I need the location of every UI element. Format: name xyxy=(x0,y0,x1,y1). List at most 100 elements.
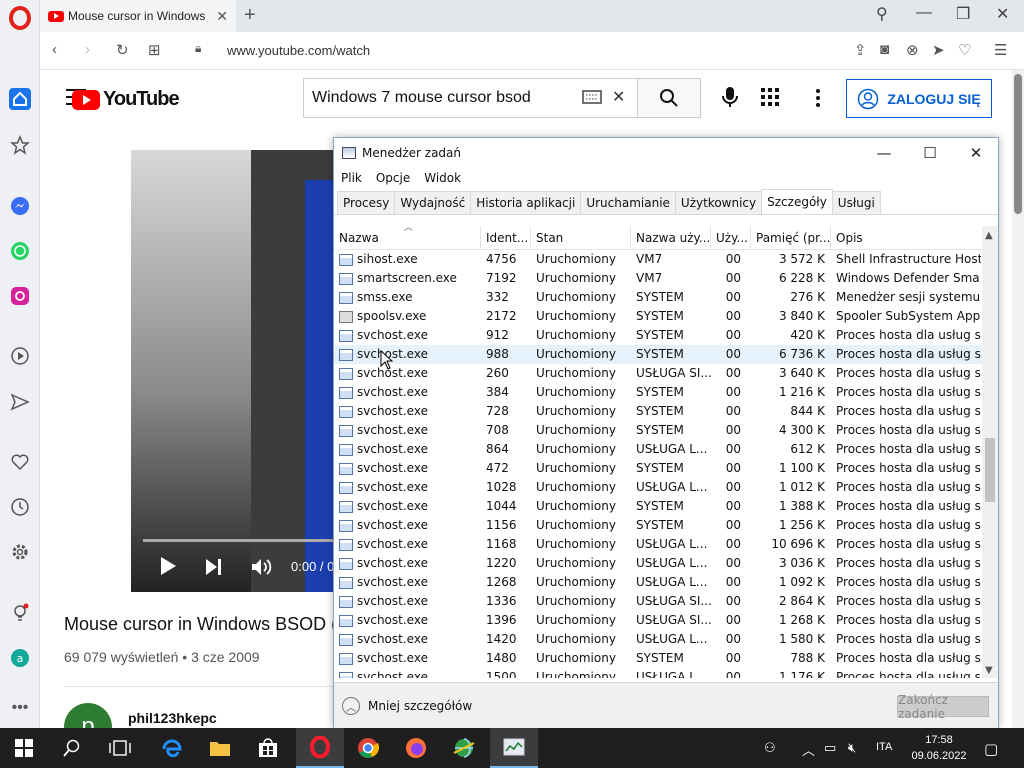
table-row[interactable]: svchost.exe 1480 Uruchomiony SYSTEM 00 788 K P… xyxy=(334,649,982,668)
forward-icon[interactable]: › xyxy=(85,41,90,58)
restore-icon[interactable]: ❐ xyxy=(956,4,970,24)
apps-grid-icon[interactable] xyxy=(761,88,779,111)
table-row[interactable]: smss.exe 332 Uruchomiony SYSTEM 00 276 K Mened… xyxy=(334,288,982,307)
more-options-icon[interactable]: ••• xyxy=(9,697,31,719)
send-icon[interactable] xyxy=(9,391,31,413)
clear-search-icon[interactable]: ✕ xyxy=(612,87,625,107)
minimize-icon[interactable]: — xyxy=(916,4,932,22)
url-field[interactable]: www.youtube.com/watch xyxy=(227,43,370,58)
search-input[interactable]: Windows 7 mouse cursor bsod ✕ xyxy=(303,78,638,118)
tab-wydajnosc[interactable]: Wydajność xyxy=(394,191,472,214)
heart-icon[interactable] xyxy=(9,451,31,473)
close-window-icon[interactable]: ✕ xyxy=(996,4,1009,24)
table-row[interactable]: svchost.exe 1028 Uruchomiony USŁUGA L... 00 1… xyxy=(334,478,982,497)
table-row[interactable]: svchost.exe 472 Uruchomiony SYSTEM 00 1 100 K… xyxy=(334,459,982,478)
table-scrollbar[interactable]: ▲ ▼ xyxy=(982,226,998,678)
file-explorer-taskbar-button[interactable] xyxy=(196,728,244,768)
clock[interactable]: 17:58 09.06.2022 xyxy=(904,732,974,764)
messenger-icon[interactable] xyxy=(9,195,31,217)
people-icon[interactable]: ⚇ xyxy=(764,740,776,756)
volume-icon[interactable] xyxy=(251,558,273,576)
channel-name[interactable]: phil123hkepc xyxy=(128,710,217,726)
firefox-taskbar-button[interactable] xyxy=(392,728,440,768)
microphone-icon[interactable] xyxy=(721,86,739,113)
player-icon[interactable] xyxy=(9,345,31,367)
table-row[interactable]: svchost.exe 864 Uruchomiony USŁUGA L... 00 61… xyxy=(334,440,982,459)
table-row[interactable]: svchost.exe 988 Uruchomiony SYSTEM 00 6 736 K… xyxy=(334,345,982,364)
lightbulb-icon[interactable] xyxy=(9,602,31,624)
settings-gear-icon[interactable] xyxy=(9,541,31,563)
end-task-button[interactable]: Zakończ zadanie xyxy=(897,693,989,721)
tm-maximize-icon[interactable]: ☐ xyxy=(907,142,953,164)
tab-szczegoly[interactable]: Szczegóły xyxy=(761,189,833,214)
opera-logo-icon[interactable] xyxy=(9,6,31,30)
back-icon[interactable]: ‹ xyxy=(52,41,57,58)
table-row[interactable]: spoolsv.exe 2172 Uruchomiony SYSTEM 00 3 840 … xyxy=(334,307,982,326)
col-opis[interactable]: Opis xyxy=(831,226,981,250)
table-row[interactable]: svchost.exe 1156 Uruchomiony SYSTEM 00 1 256 … xyxy=(334,516,982,535)
scroll-down-icon[interactable]: ▼ xyxy=(985,665,993,676)
table-row[interactable]: svchost.exe 1268 Uruchomiony USŁUGA L... 00 1… xyxy=(334,573,982,592)
task-manager-titlebar[interactable]: Menedżer zadań — ☐ ✕ xyxy=(334,138,998,168)
tab-procesy[interactable]: Procesy xyxy=(337,191,396,214)
table-row[interactable]: smartscreen.exe 7192 Uruchomiony VM7 00 6 228… xyxy=(334,269,982,288)
table-scrollbar-thumb[interactable] xyxy=(985,438,995,502)
menu-plik[interactable]: Plik xyxy=(334,168,369,190)
table-row[interactable]: sihost.exe 4756 Uruchomiony VM7 00 3 572 K She… xyxy=(334,250,982,269)
reload-icon[interactable]: ↻ xyxy=(116,41,129,59)
table-row[interactable]: svchost.exe 728 Uruchomiony SYSTEM 00 844 K Pr… xyxy=(334,402,982,421)
speed-dial-icon[interactable]: ⊞ xyxy=(148,41,161,59)
tm-minimize-icon[interactable]: — xyxy=(861,142,907,164)
play-icon[interactable] xyxy=(159,556,177,576)
page-scrollbar-thumb[interactable] xyxy=(1014,74,1022,214)
lock-icon[interactable]: 🔒︎ xyxy=(195,41,201,56)
table-row[interactable]: svchost.exe 260 Uruchomiony USŁUGA SI... 00 3… xyxy=(334,364,982,383)
menu-widok[interactable]: Widok xyxy=(417,168,468,190)
menu-opcje[interactable]: Opcje xyxy=(369,168,417,190)
table-row[interactable]: svchost.exe 384 Uruchomiony SYSTEM 00 1 216 K… xyxy=(334,383,982,402)
search-button[interactable] xyxy=(637,78,701,118)
col-nazwa-uzytkownika[interactable]: Nazwa uży... xyxy=(631,226,711,250)
youtube-logo[interactable]: YouTube xyxy=(72,88,180,111)
scroll-up-icon[interactable]: ▲ xyxy=(985,230,993,241)
table-row[interactable]: svchost.exe 1220 Uruchomiony USŁUGA L... 00 3… xyxy=(334,554,982,573)
video-player[interactable]: 0:00 / 0 xyxy=(131,150,333,592)
tray-chevron-up-icon[interactable]: ︿ xyxy=(802,740,815,759)
tab-uslugi[interactable]: Usługi xyxy=(831,191,881,214)
flow-send-icon[interactable]: ➤ xyxy=(932,41,945,59)
col-ident[interactable]: Ident... xyxy=(481,226,531,250)
opera-taskbar-button[interactable] xyxy=(296,728,344,768)
edge-taskbar-button[interactable] xyxy=(148,728,196,768)
less-details-button[interactable]: ︿ Mniej szczegółów xyxy=(342,697,472,715)
network-app-taskbar-button[interactable] xyxy=(440,728,488,768)
history-icon[interactable] xyxy=(9,496,31,518)
camera-icon[interactable]: ◙ xyxy=(880,41,889,58)
home-icon[interactable] xyxy=(9,88,31,110)
tab-uzytkownicy[interactable]: Użytkownicy xyxy=(674,191,763,214)
adblock-icon[interactable]: ⊗ xyxy=(906,41,919,59)
input-language[interactable]: ITA xyxy=(876,741,892,753)
table-row[interactable]: svchost.exe 912 Uruchomiony SYSTEM 00 420 K Pr… xyxy=(334,326,982,345)
new-tab-icon[interactable]: + xyxy=(244,4,256,27)
tab-uruchamianie[interactable]: Uruchamianie xyxy=(580,191,676,214)
volume-muted-icon[interactable]: 🔇︎ xyxy=(848,740,856,756)
sign-in-button[interactable]: ZALOGUJ SIĘ xyxy=(846,79,992,118)
store-taskbar-button[interactable] xyxy=(244,728,292,768)
page-scrollbar[interactable] xyxy=(1012,70,1024,728)
table-row[interactable]: svchost.exe 708 Uruchomiony SYSTEM 00 4 300 K… xyxy=(334,421,982,440)
col-stan[interactable]: Stan xyxy=(531,226,631,250)
browser-tab[interactable]: Mouse cursor in Windows ✕ xyxy=(40,0,236,32)
chrome-taskbar-button[interactable] xyxy=(344,728,392,768)
bookmark-heart-icon[interactable]: ♡ xyxy=(958,41,971,59)
aria-icon[interactable]: a xyxy=(9,647,31,669)
network-icon[interactable]: ▭ xyxy=(824,740,836,756)
col-uzycie[interactable]: Uży... xyxy=(711,226,751,250)
next-icon[interactable] xyxy=(205,558,223,576)
notifications-icon[interactable]: ▢ xyxy=(984,740,998,758)
whatsapp-icon[interactable] xyxy=(9,240,31,262)
table-row[interactable]: svchost.exe 1336 Uruchomiony USŁUGA SI... 00… xyxy=(334,592,982,611)
search-tabs-icon[interactable]: ⚲ xyxy=(876,4,888,24)
star-icon[interactable] xyxy=(9,134,31,156)
col-pamiec[interactable]: Pamięć (pr... xyxy=(751,226,831,250)
instagram-icon[interactable] xyxy=(9,285,31,307)
